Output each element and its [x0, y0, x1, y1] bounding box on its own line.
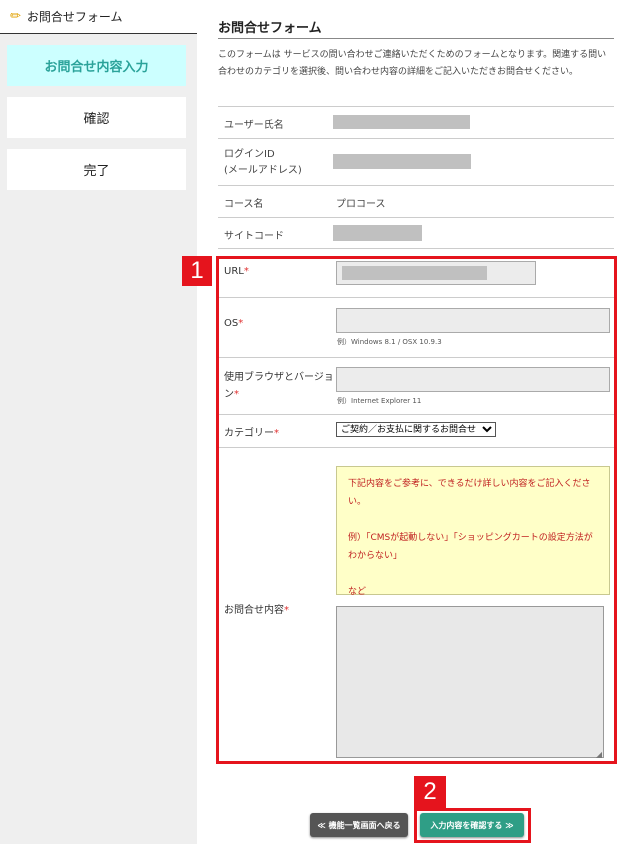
step-input: お問合せ内容入力: [7, 45, 186, 86]
description: このフォームは サービスの問い合わせご連絡いただくためのフォームとなります。関連…: [218, 50, 607, 77]
annotation-badge-1: 1: [182, 256, 212, 286]
annotation-badge-2: 2: [414, 776, 446, 808]
title-divider: [218, 38, 614, 39]
sidebar-header: ✏ お問合せフォーム: [0, 0, 197, 34]
row-user-name: ユーザー氏名: [218, 106, 614, 138]
annotation-box-1: [216, 256, 617, 764]
step-complete: 完了: [7, 149, 186, 190]
row-site-code: サイトコード: [218, 217, 614, 249]
redacted-login-id: [333, 154, 471, 169]
sidebar-title: お問合せフォーム: [26, 10, 123, 24]
row-login-id: ログインID (メールアドレス): [218, 138, 614, 185]
pencil-icon: ✏: [10, 9, 21, 24]
page-title: お問合せフォーム: [218, 21, 322, 36]
label-site-code: サイトコード: [224, 231, 284, 242]
back-button[interactable]: ≪ 機能一覧画面へ戻る: [310, 813, 408, 837]
step-confirm: 確認: [7, 97, 186, 138]
annotation-box-2: [414, 808, 531, 843]
course-value: プロコース: [336, 199, 386, 210]
redacted-user-name: [333, 115, 470, 129]
redacted-site-code: [333, 225, 422, 241]
sidebar: ✏ お問合せフォーム お問合せ内容入力 確認 完了: [0, 0, 197, 844]
row-course: コース名 プロコース: [218, 185, 614, 217]
label-login-id: ログインID (メールアドレス): [224, 149, 302, 176]
label-course: コース名: [224, 199, 264, 210]
label-user-name: ユーザー氏名: [224, 120, 284, 131]
